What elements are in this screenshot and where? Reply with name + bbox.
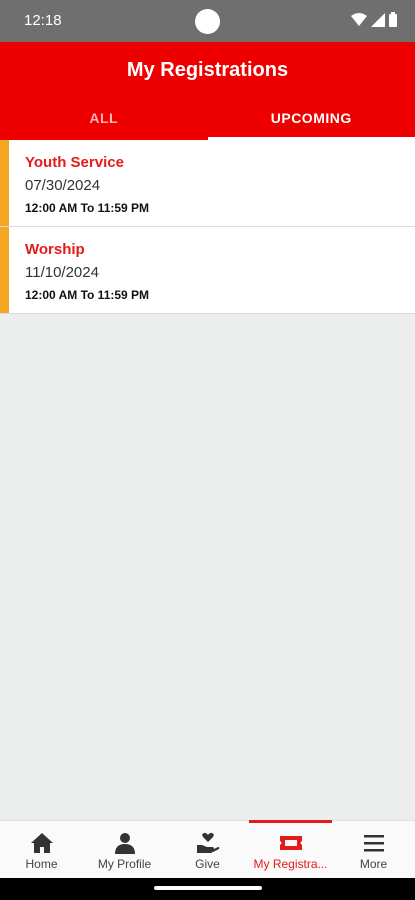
gesture-area [0,878,415,900]
signal-icon [371,12,385,27]
page-title: My Registrations [126,59,289,81]
registration-time: 12:00 AM To 11:59 PM [25,201,150,215]
card-accent-bar [0,140,9,226]
nav-home-label: Home [25,857,58,871]
home-icon [30,833,53,853]
ticket-icon [279,836,302,850]
app-bar: My Registrations ALL UPCOMING [0,42,415,140]
nav-give[interactable]: Give [166,821,249,878]
nav-home[interactable]: Home [0,821,83,878]
status-bar: 12:18 [0,0,415,42]
registration-date: 11/10/2024 [25,264,99,281]
nav-my-registrations-label: My Registra... [253,857,328,871]
battery-icon [389,12,397,27]
tab-bar: ALL UPCOMING [0,100,415,140]
bottom-navigation: Home My Profile Give My Registra... More [0,820,415,878]
camera-cutout [195,9,220,34]
registration-title: Worship [25,241,85,258]
tab-upcoming[interactable]: UPCOMING [207,100,415,140]
tab-all[interactable]: ALL [0,100,208,140]
nav-my-profile-label: My Profile [97,857,152,871]
nav-my-profile[interactable]: My Profile [83,821,166,878]
menu-icon [363,835,384,852]
registration-title: Youth Service [25,154,124,171]
registration-date: 07/30/2024 [25,177,101,194]
status-icons [351,12,397,27]
nav-give-label: Give [195,857,220,871]
give-heart-icon [196,832,219,853]
registration-time: 12:00 AM To 11:59 PM [25,288,150,302]
gesture-handle[interactable] [154,886,262,890]
registrations-list: Youth Service 07/30/2024 12:00 AM To 11:… [0,140,415,820]
registration-card[interactable]: Youth Service 07/30/2024 12:00 AM To 11:… [0,140,415,227]
nav-my-registrations[interactable]: My Registra... [249,820,332,878]
nav-more[interactable]: More [332,821,415,878]
registration-card[interactable]: Worship 11/10/2024 12:00 AM To 11:59 PM [0,227,415,314]
wifi-icon [351,12,367,26]
person-icon [114,833,135,854]
card-accent-bar [0,227,9,313]
status-time: 12:18 [24,12,62,29]
nav-more-label: More [359,857,388,871]
